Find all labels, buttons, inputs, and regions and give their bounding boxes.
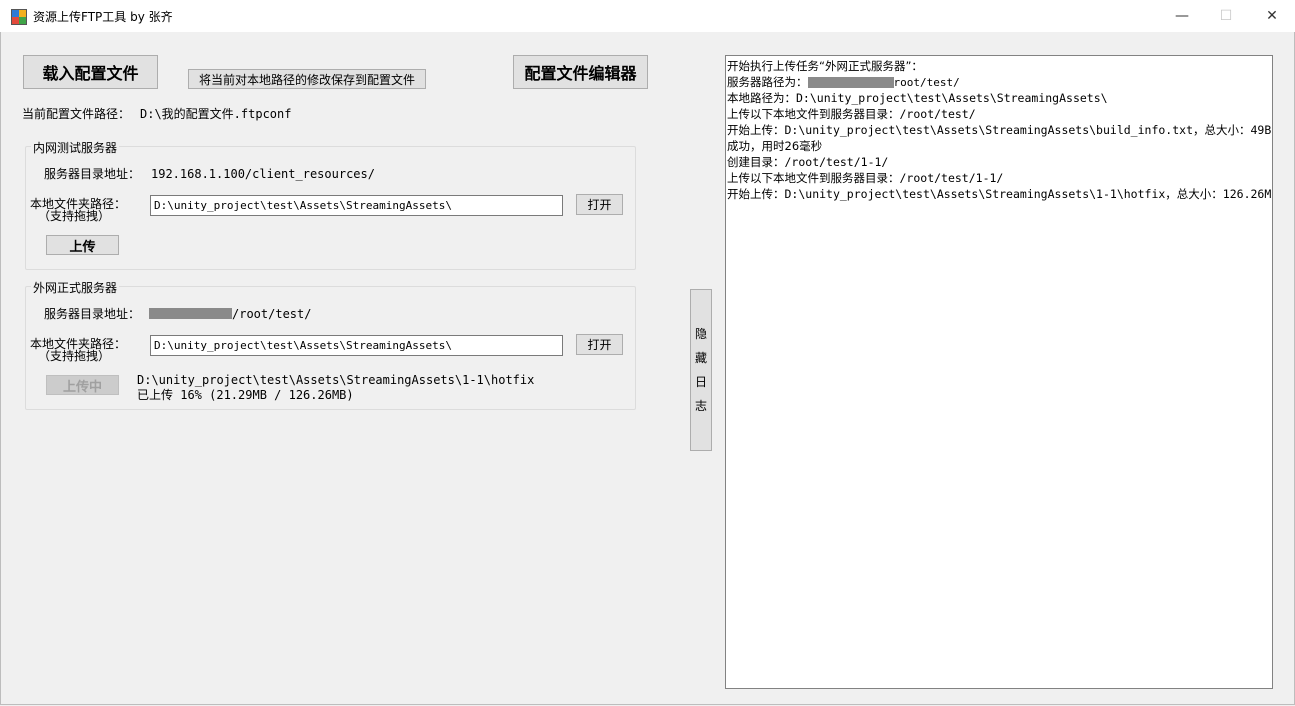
maximize-icon: ☐ (1219, 8, 1233, 24)
external-open-button[interactable]: 打开 (576, 334, 623, 355)
log-server-prefix: 服务器路径为： (727, 75, 808, 89)
intranet-local-path-input[interactable]: D:\unity_project\test\Assets\StreamingAs… (150, 195, 563, 216)
log-line: 上传以下本地文件到服务器目录：/root/test/1-1/ (727, 171, 1004, 185)
intranet-server-label: 服务器目录地址： (44, 167, 141, 181)
log-line: 开始上传：D:\unity_project\test\Assets\Stream… (727, 123, 1272, 137)
intranet-group-title: 内网测试服务器 (31, 139, 120, 156)
log-line: 开始上传：D:\unity_project\test\Assets\Stream… (727, 187, 1273, 201)
minimize-icon: — (1175, 8, 1189, 24)
title-bar: 资源上传FTP工具 by 张齐 — ☐ ✕ (0, 0, 1295, 32)
external-upload-button[interactable]: 上传中 (46, 375, 119, 395)
log-line: 上传以下本地文件到服务器目录：/root/test/ (727, 107, 976, 121)
intranet-open-button[interactable]: 打开 (576, 194, 623, 215)
log-line: 本地路径为：D:\unity_project\test\Assets\Strea… (727, 91, 1108, 105)
config-path-value: D:\我的配置文件.ftpconf (140, 107, 292, 121)
redacted-server-host (807, 77, 894, 88)
external-group-title: 外网正式服务器 (31, 279, 120, 296)
config-editor-button[interactable]: 配置文件编辑器 (513, 55, 648, 89)
close-button[interactable]: ✕ (1249, 0, 1295, 32)
external-local-hint: （支持拖拽） (38, 349, 111, 363)
log-line: 服务器路径为： root/test/ (727, 74, 1271, 90)
load-config-button[interactable]: 载入配置文件 (23, 55, 158, 89)
log-line: 创建目录：/root/test/1-1/ (727, 155, 889, 169)
external-server-label: 服务器目录地址： (44, 307, 141, 321)
external-server-value: /root/test/ (232, 307, 312, 321)
external-local-path-input[interactable]: D:\unity_project\test\Assets\StreamingAs… (150, 335, 563, 356)
save-local-path-button[interactable]: 将当前对本地路径的修改保存到配置文件 (188, 69, 426, 89)
window-title: 资源上传FTP工具 by 张齐 (33, 10, 173, 24)
redacted-server-host (149, 308, 232, 319)
log-line: 开始执行上传任务“外网正式服务器”： (727, 59, 923, 73)
minimize-button[interactable]: — (1159, 0, 1205, 32)
hide-log-char: 隐 (694, 327, 707, 341)
hide-log-char: 日 (694, 375, 707, 389)
log-line: 成功，用时26毫秒 (727, 139, 823, 153)
app-icon (11, 9, 27, 25)
log-textbox[interactable]: 开始执行上传任务“外网正式服务器”： 服务器路径为： root/test/ 本地路… (725, 55, 1273, 689)
close-icon: ✕ (1266, 8, 1278, 24)
current-upload-file: D:\unity_project\test\Assets\StreamingAs… (137, 373, 535, 387)
maximize-button[interactable]: ☐ (1203, 0, 1249, 32)
hide-log-char: 志 (694, 399, 707, 413)
intranet-local-hint: （支持拖拽） (38, 209, 111, 223)
upload-progress-text: 已上传 16% (21.29MB / 126.26MB) (137, 388, 354, 402)
hide-log-char: 藏 (694, 351, 707, 365)
hide-log-button[interactable]: 隐 藏 日 志 (690, 289, 712, 451)
log-server-path: root/test/ (893, 76, 960, 89)
config-path-label: 当前配置文件路径： (22, 107, 131, 121)
intranet-server-value: 192.168.1.100/client_resources/ (151, 167, 375, 181)
intranet-upload-button[interactable]: 上传 (46, 235, 119, 255)
